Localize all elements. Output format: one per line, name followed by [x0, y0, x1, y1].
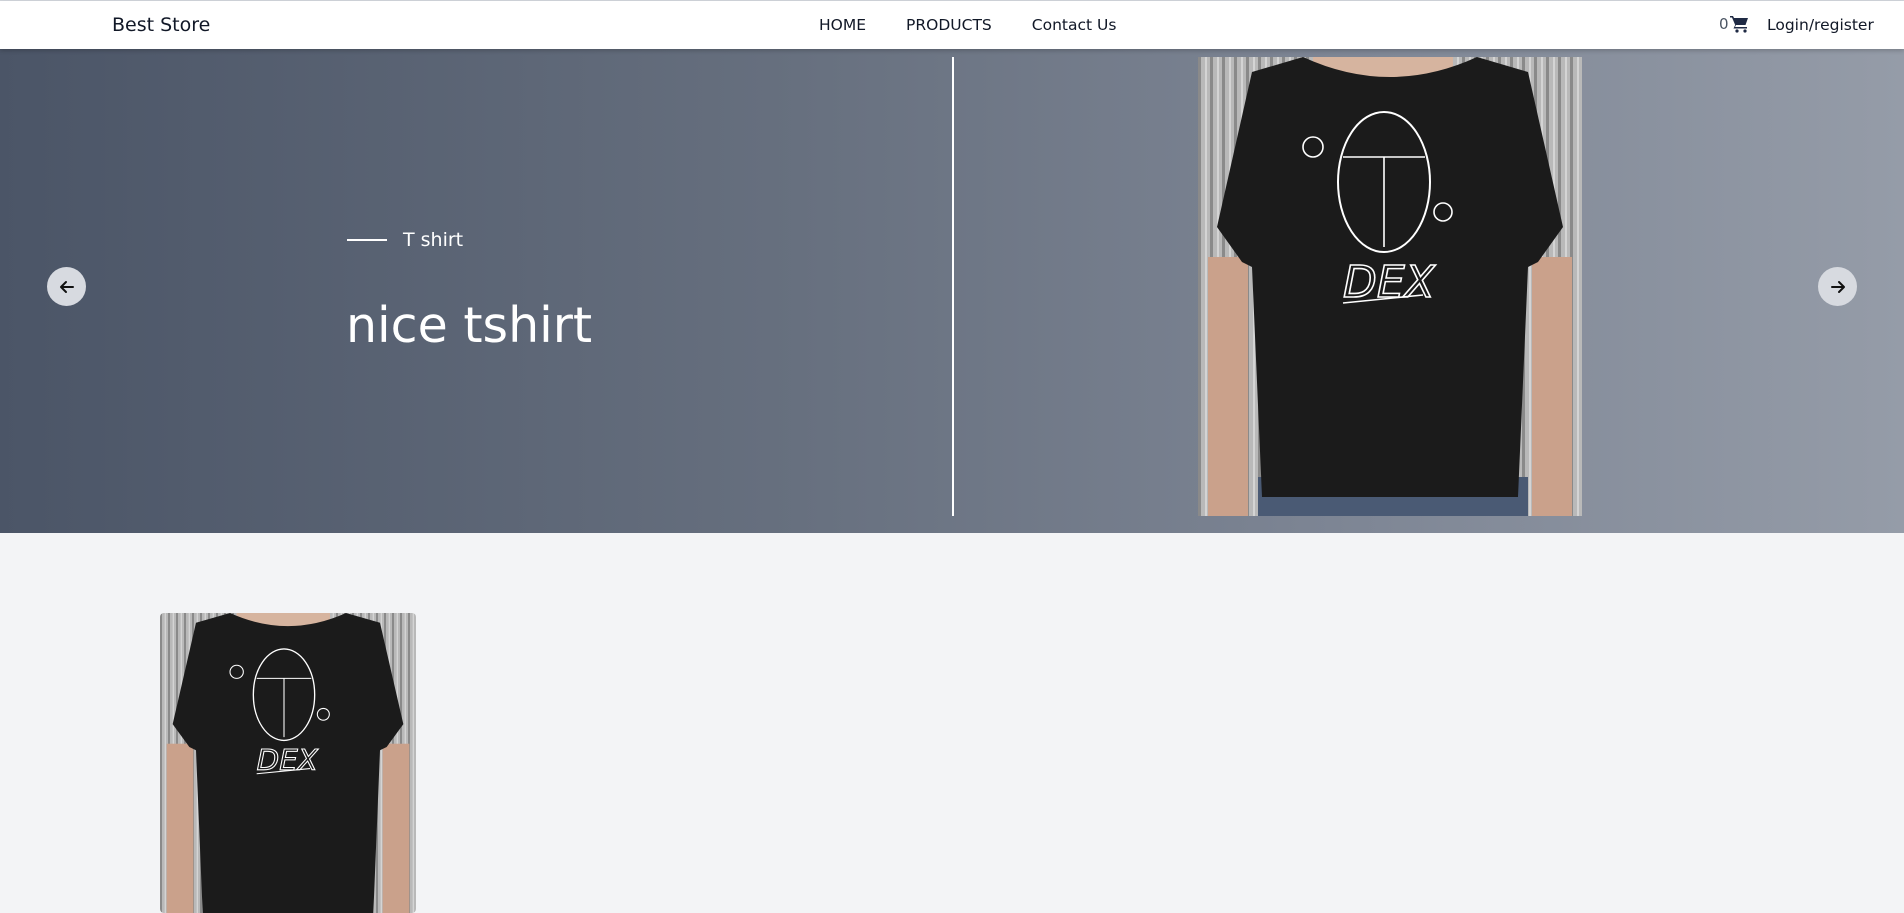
cart-button[interactable]: 0 [1719, 15, 1750, 33]
subtitle-line [347, 239, 387, 241]
svg-text:DEX: DEX [257, 743, 319, 777]
nav-links: HOME PRODUCTS Contact Us [819, 16, 1116, 34]
login-register-link[interactable]: Login/register [1767, 16, 1874, 34]
nav-link-contact[interactable]: Contact Us [1032, 16, 1117, 34]
navbar: Best Store HOME PRODUCTS Contact Us 0 Lo… [0, 1, 1904, 49]
hero-subtitle-text: T shirt [403, 229, 464, 251]
hero-subtitle: T shirt [347, 229, 463, 251]
tshirt-image: DEX [160, 613, 416, 913]
hero-divider [952, 57, 954, 516]
brand-logo[interactable]: Best Store [112, 14, 210, 36]
svg-text:DEX: DEX [1343, 257, 1436, 308]
carousel-next-button[interactable] [1818, 267, 1857, 306]
arrow-left-icon [59, 280, 74, 293]
cart-count: 0 [1719, 15, 1729, 33]
hero-title: nice tshirt [346, 297, 593, 354]
product-card-image[interactable]: DEX [160, 613, 416, 913]
carousel-prev-button[interactable] [47, 267, 86, 306]
arrow-right-icon [1830, 280, 1845, 293]
hero-carousel: T shirt nice tshirt DEX [0, 49, 1904, 533]
nav-link-products[interactable]: PRODUCTS [906, 16, 992, 34]
nav-link-home[interactable]: HOME [819, 16, 866, 34]
cart-icon [1729, 16, 1748, 33]
hero-product-image: DEX [1198, 57, 1582, 516]
